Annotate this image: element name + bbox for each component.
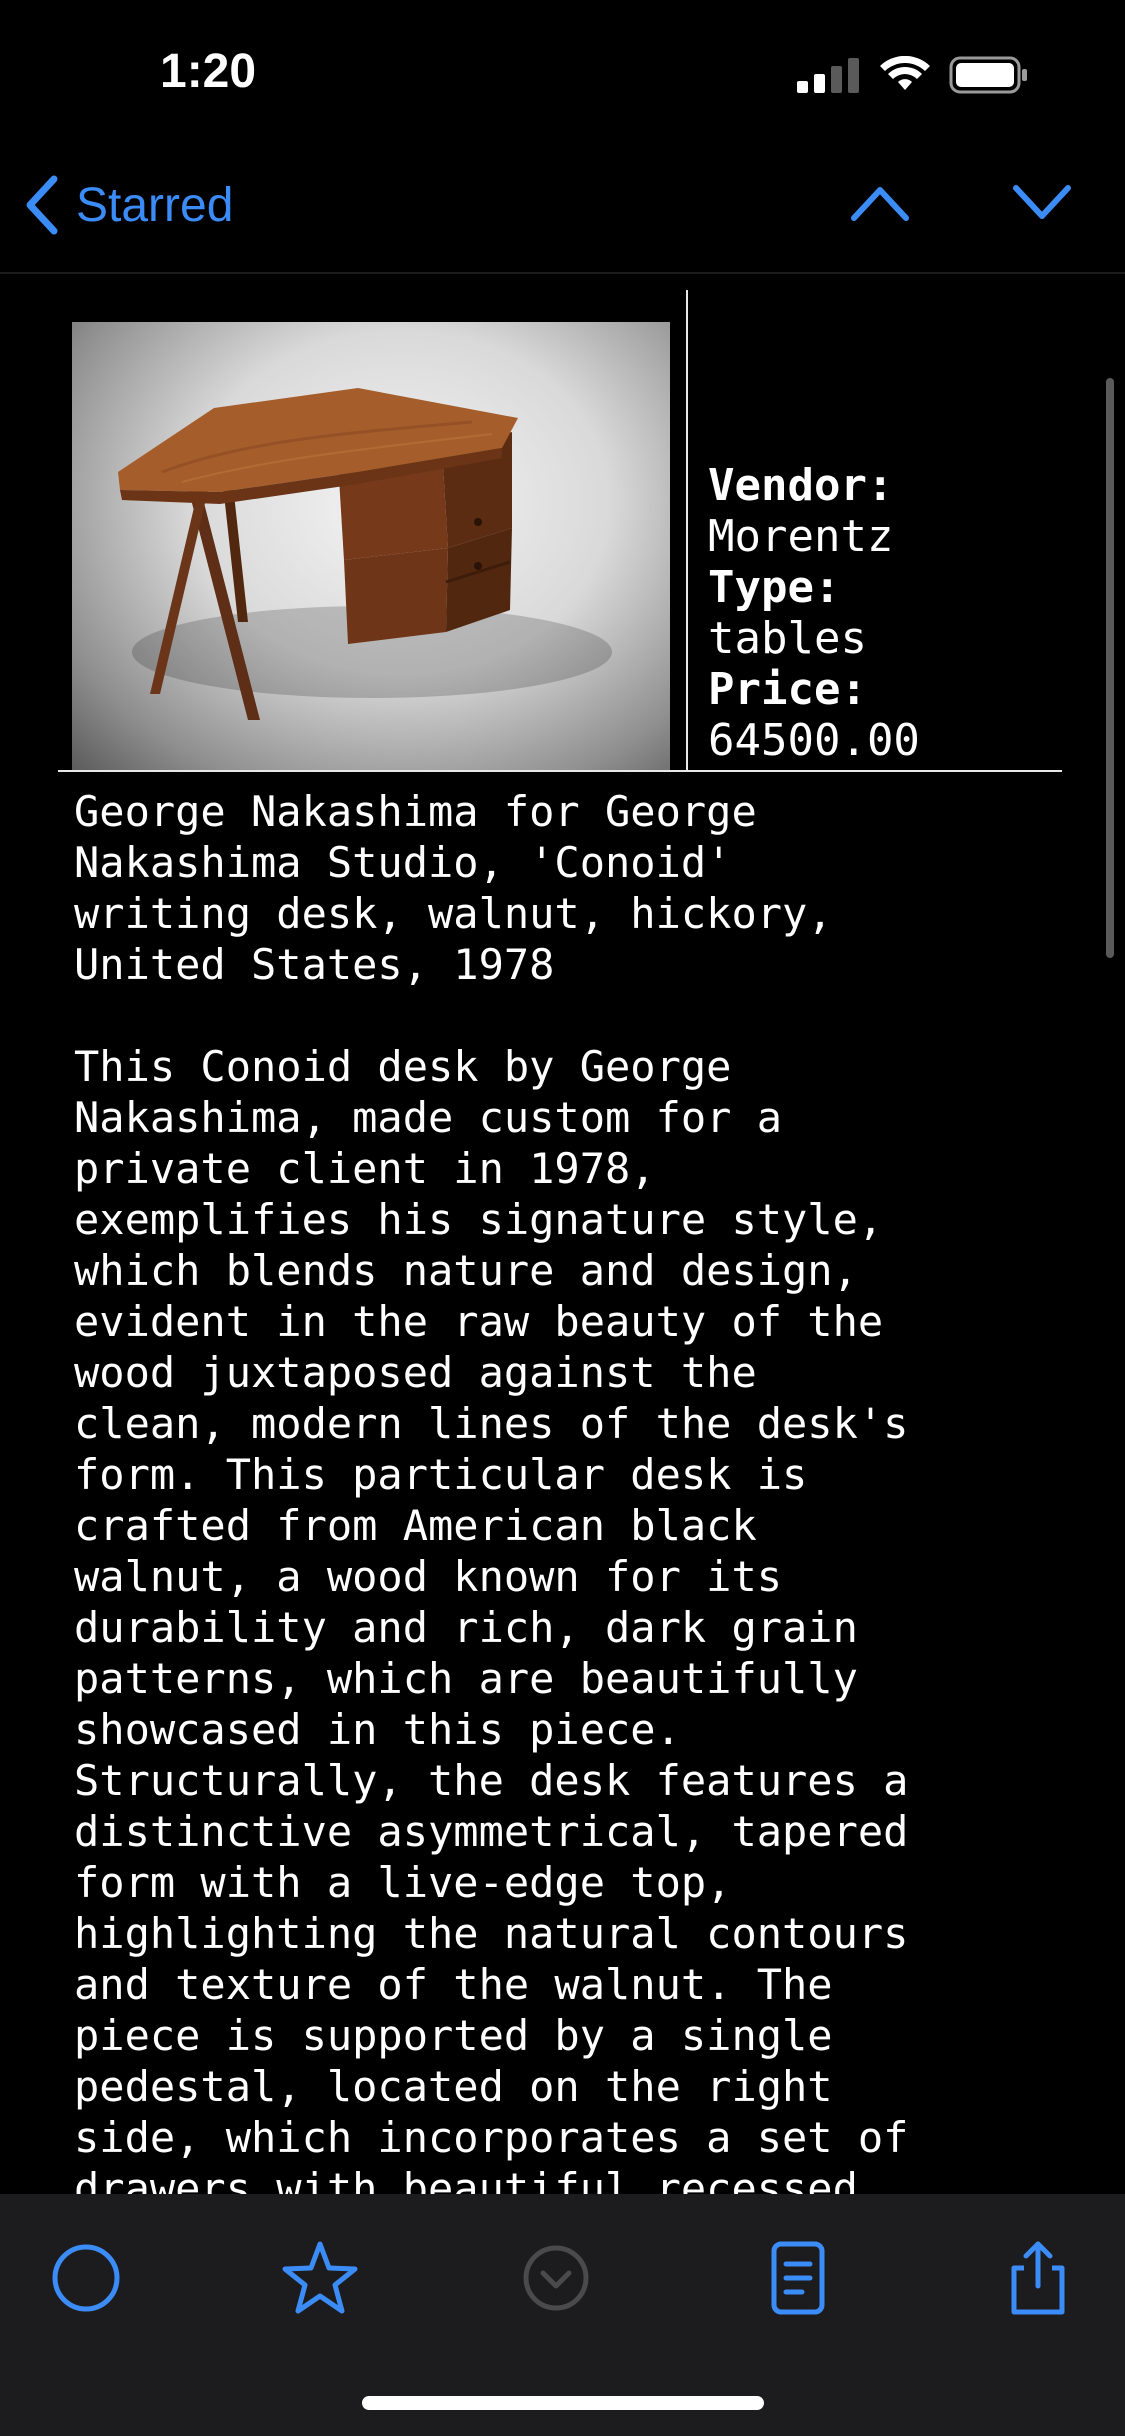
type-label: Type: <box>708 562 841 613</box>
description-text: George Nakashima for George Nakashima St… <box>74 786 1074 2194</box>
body-line: crafted from American black <box>74 1501 757 1550</box>
price-value: 64500.00 <box>708 715 920 766</box>
wifi-icon <box>880 56 930 90</box>
chevron-down-icon[interactable] <box>1010 180 1074 226</box>
body-line: drawers with beautiful recessed <box>74 2164 858 2194</box>
status-icons <box>797 56 1029 94</box>
chevron-up-icon[interactable] <box>848 180 912 226</box>
body-line: distinctive asymmetrical, tapered <box>74 1807 909 1856</box>
body-line: walnut, a wood known for its <box>74 1552 783 1601</box>
body-line: pedestal, located on the right <box>74 2062 833 2111</box>
body-line: piece is supported by a single <box>74 2011 833 2060</box>
home-indicator[interactable] <box>362 2396 764 2410</box>
price-label: Price: <box>708 664 867 715</box>
walnut-desk-photo <box>72 322 670 772</box>
chevron-left-icon <box>26 175 58 235</box>
body-line: form with a live-edge top, <box>74 1858 732 1907</box>
vendor-value: Morentz <box>708 511 894 562</box>
document-icon[interactable] <box>758 2238 838 2318</box>
cellular-signal-icon <box>797 58 859 93</box>
body-line: Structurally, the desk features a <box>74 1756 909 1805</box>
body-line: and texture of the walnut. The <box>74 1960 833 2009</box>
product-header: Vendor: Morentz Type: tables Price: 6450… <box>58 290 1062 772</box>
status-time: 1:20 <box>160 45 257 98</box>
body-line: private client in 1978, <box>74 1144 656 1193</box>
body-line: This Conoid desk by George <box>74 1042 732 1091</box>
share-icon[interactable] <box>998 2238 1078 2318</box>
body-line: wood juxtaposed against the <box>74 1348 757 1397</box>
table-divider-horizontal <box>58 770 1062 772</box>
body-line: Nakashima, made custom for a <box>74 1093 783 1142</box>
back-button[interactable]: Starred <box>22 170 233 240</box>
title-line: Nakashima Studio, 'Conoid' <box>74 838 732 887</box>
circle-icon[interactable] <box>46 2238 126 2318</box>
vendor-label: Vendor: <box>708 460 894 511</box>
table-divider-vertical <box>686 290 688 772</box>
body-line: patterns, which are beautifully <box>74 1654 858 1703</box>
body-line: highlighting the natural contours <box>74 1909 909 1958</box>
navigation-bar: Starred <box>0 150 1125 274</box>
status-bar: 1:20 <box>0 0 1125 150</box>
article-content[interactable]: Vendor: Morentz Type: tables Price: 6450… <box>0 274 1125 2194</box>
vertical-scrollbar[interactable] <box>1106 378 1114 958</box>
type-value: tables <box>708 613 867 664</box>
back-label: Starred <box>76 178 234 232</box>
product-meta: Vendor: Morentz Type: tables Price: 6450… <box>708 460 1058 766</box>
body-line: form. This particular desk is <box>74 1450 808 1499</box>
body-line: showcased in this piece. <box>74 1705 681 1754</box>
title-line: United States, 1978 <box>74 940 555 989</box>
battery-icon <box>949 56 1027 94</box>
title-line: writing desk, walnut, hickory, <box>74 889 833 938</box>
body-line: evident in the raw beauty of the <box>74 1297 884 1346</box>
desk-illustration <box>118 388 612 720</box>
chevron-down-circle-icon[interactable] <box>516 2238 596 2318</box>
star-icon[interactable] <box>280 2238 360 2318</box>
body-line: clean, modern lines of the desk's <box>74 1399 909 1448</box>
body-line: exemplifies his signature style, <box>74 1195 884 1244</box>
title-line: George Nakashima for George <box>74 787 757 836</box>
body-line: side, which incorporates a set of <box>74 2113 909 2162</box>
body-line: durability and rich, dark grain <box>74 1603 858 1652</box>
body-line: which blends nature and design, <box>74 1246 858 1295</box>
